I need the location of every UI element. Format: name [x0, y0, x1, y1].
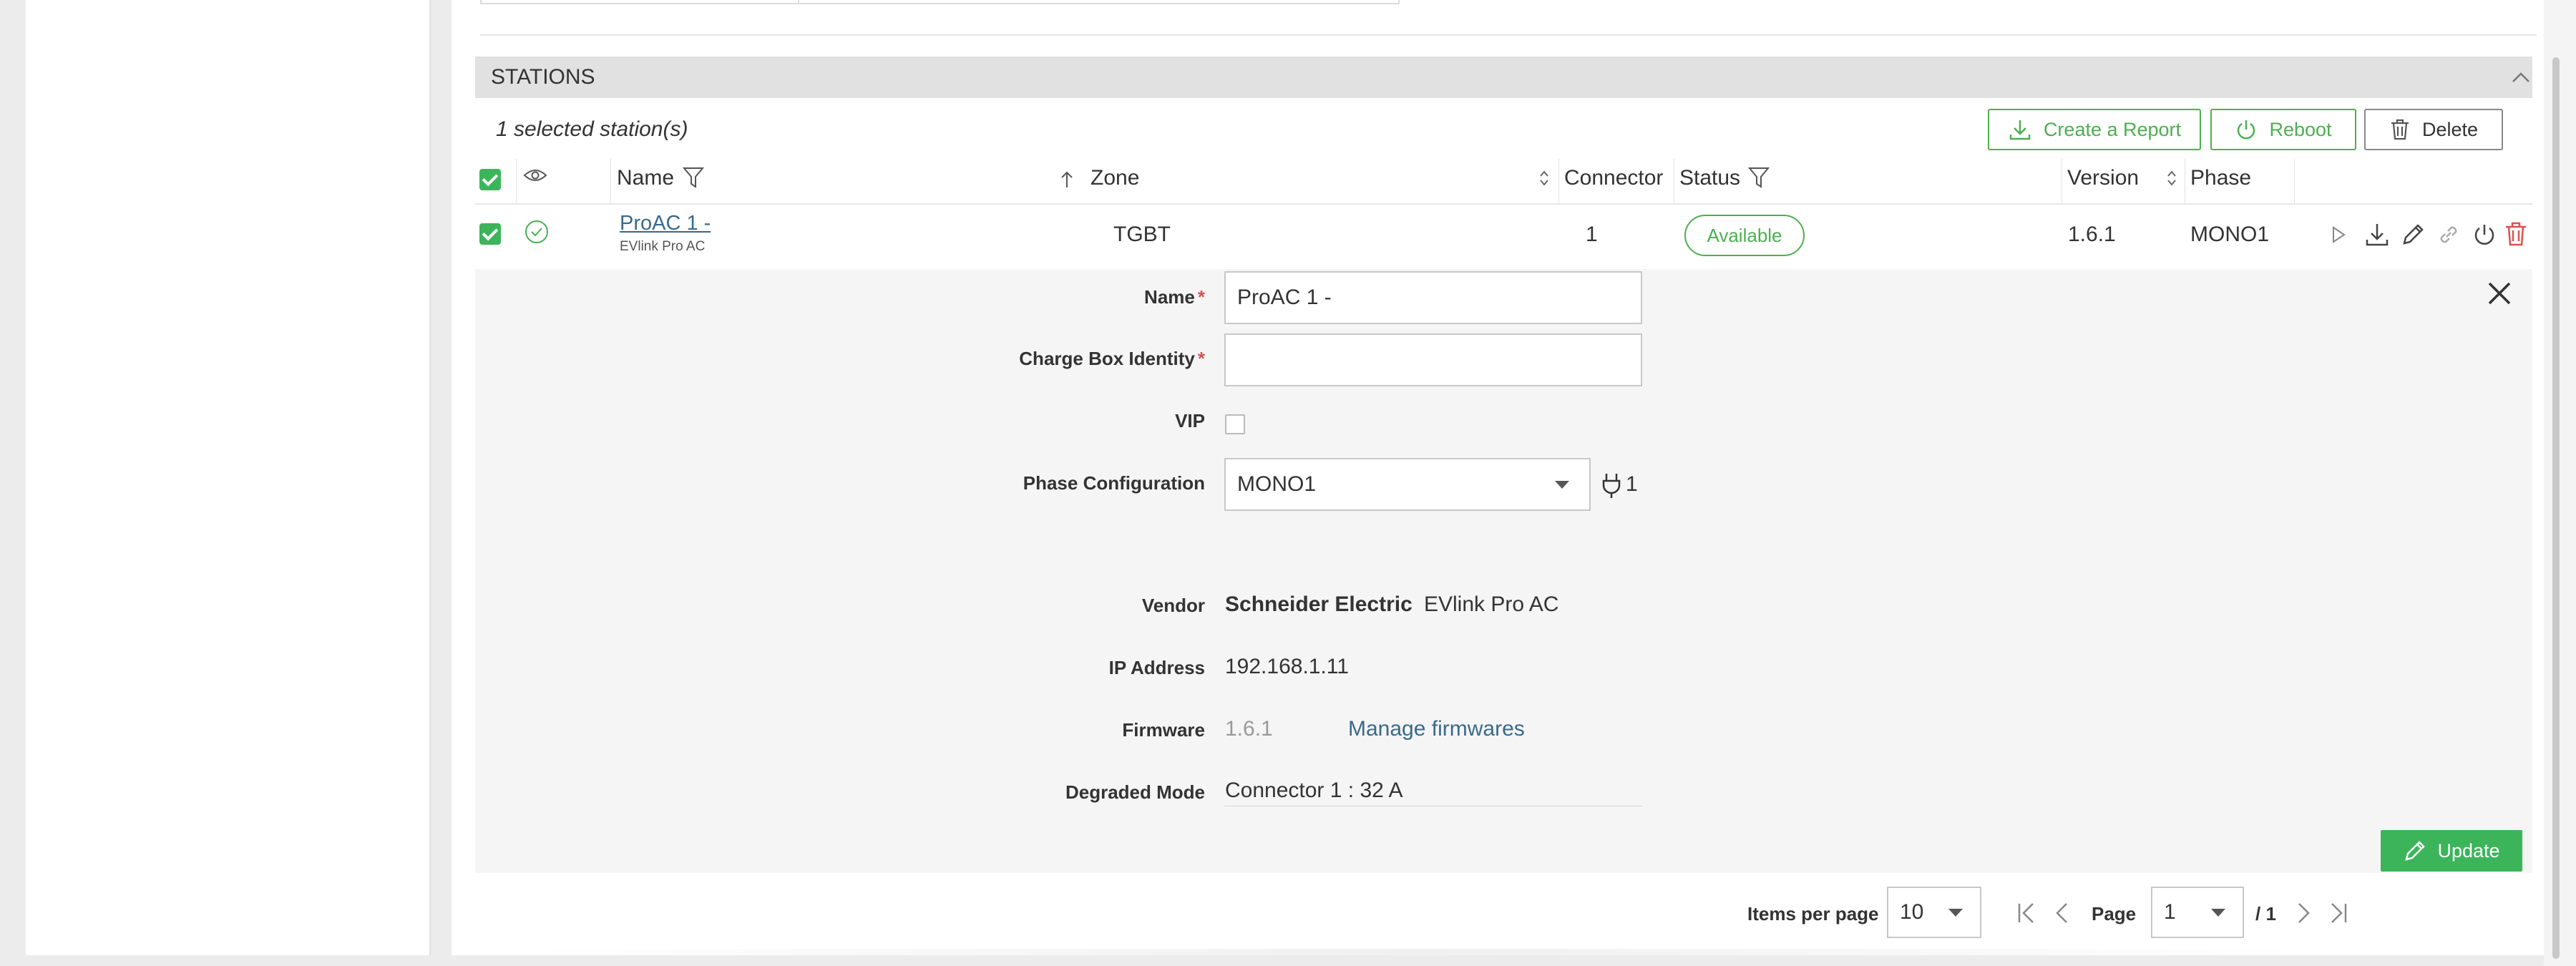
station-version: 1.6.1: [2068, 223, 2116, 246]
selected-count-text: 1 selected station(s): [496, 117, 688, 141]
download-icon[interactable]: [2364, 222, 2390, 248]
header-divider-3: [1558, 159, 1559, 203]
phase-configuration-label: Phase Configuration: [1023, 472, 1205, 494]
select-all-checkbox[interactable]: [479, 169, 501, 190]
download-icon: [2009, 120, 2031, 140]
eye-icon: [523, 170, 547, 181]
previous-field-bottom: [480, 0, 1400, 4]
filter-icon[interactable]: [683, 166, 704, 189]
trash-icon[interactable]: [2503, 220, 2529, 248]
create-report-button[interactable]: Create a Report: [1988, 109, 2201, 150]
header-divider-1: [516, 159, 517, 203]
play-icon[interactable]: [2331, 225, 2346, 245]
charge-box-identity-input[interactable]: [1224, 333, 1642, 386]
plug-icon: [1602, 474, 1621, 498]
phase-connector-count: 1: [1626, 472, 1638, 496]
name-input[interactable]: ProAC 1 -: [1224, 271, 1642, 324]
vendor-model: EVlink Pro AC: [1424, 592, 1559, 616]
previous-field-divider: [798, 0, 799, 4]
station-connector: 1: [1586, 223, 1598, 246]
sort-icon-zone[interactable]: [1538, 169, 1550, 187]
chevron-down-icon: [1555, 481, 1569, 489]
phase-configuration-select[interactable]: MONO1: [1224, 458, 1591, 511]
create-report-label: Create a Report: [2043, 118, 2182, 140]
chevron-up-icon[interactable]: [2511, 69, 2531, 85]
header-divider-2: [610, 159, 611, 203]
table-row[interactable]: ProAC 1 - EVlink Pro AC TGBT 1 Available…: [475, 205, 2532, 269]
vendor-brand: Schneider Electric: [1225, 592, 1413, 616]
stations-panel-title: STATIONS: [491, 65, 595, 89]
sort-up-arrow-icon[interactable]: [1060, 170, 1074, 189]
delete-button[interactable]: Delete: [2364, 109, 2503, 150]
vertical-scrollbar[interactable]: [2544, 0, 2576, 966]
column-header-status[interactable]: Status: [1679, 166, 1740, 190]
status-badge: Available: [1684, 215, 1805, 256]
header-divider-7: [2294, 159, 2295, 203]
row-checkbox[interactable]: [479, 223, 501, 245]
column-header-connector[interactable]: Connector: [1564, 166, 1663, 190]
power-icon[interactable]: [2472, 222, 2497, 248]
total-pages-text: / 1: [2255, 903, 2276, 924]
reboot-button[interactable]: Reboot: [2210, 109, 2356, 150]
station-phase: MONO1: [2190, 223, 2270, 246]
page-select[interactable]: 1: [2151, 887, 2244, 938]
pencil-icon[interactable]: [2400, 222, 2426, 248]
ip-address-label: IP Address: [1108, 657, 1205, 678]
station-name-link[interactable]: ProAC 1 -: [620, 212, 711, 235]
reboot-label: Reboot: [2269, 118, 2332, 140]
update-button-label: Update: [2437, 839, 2500, 862]
vip-checkbox[interactable]: [1225, 414, 1245, 434]
column-header-phase[interactable]: Phase: [2190, 166, 2251, 190]
stations-panel-header[interactable]: STATIONS: [475, 57, 2532, 98]
column-header-name[interactable]: Name: [617, 166, 674, 190]
pencil-icon: [2405, 841, 2426, 861]
left-sidebar-panel: [26, 0, 431, 955]
degraded-mode-label: Degraded Mode: [1065, 781, 1205, 803]
main-content: STATIONS 1 selected station(s) Create a …: [452, 0, 2544, 955]
status-filter-icon[interactable]: [1748, 166, 1770, 189]
scrollbar-thumb[interactable]: [2552, 57, 2560, 959]
ip-address-value: 192.168.1.11: [1225, 655, 1349, 678]
first-page-icon[interactable]: [2016, 902, 2037, 924]
next-page-icon[interactable]: [2296, 902, 2313, 924]
manage-firmwares-link[interactable]: Manage firmwares: [1348, 717, 1525, 741]
power-icon: [2238, 120, 2255, 140]
chevron-down-icon: [2211, 909, 2225, 917]
close-icon[interactable]: [2485, 279, 2514, 308]
items-per-page-label: Items per page: [1747, 903, 1879, 924]
column-header-version[interactable]: Version: [2067, 166, 2139, 190]
previous-page-icon[interactable]: [2053, 902, 2070, 924]
vip-label: VIP: [1175, 410, 1205, 431]
name-field-label: Name *: [1144, 286, 1205, 308]
chevron-down-icon: [1948, 909, 1963, 917]
link-icon[interactable]: [2436, 222, 2462, 248]
last-page-icon[interactable]: [2328, 902, 2349, 924]
station-detail-panel: Name * ProAC 1 - Charge Box Identity * VIP…: [475, 269, 2532, 873]
station-zone: TGBT: [1113, 223, 1171, 246]
column-header-zone[interactable]: Zone: [1091, 166, 1139, 190]
items-per-page-select[interactable]: 10: [1887, 887, 1981, 938]
trash-icon: [2391, 119, 2409, 140]
degraded-mode-value: Connector 1 : 32 A: [1225, 779, 1403, 802]
sort-icon-version[interactable]: [2166, 169, 2177, 187]
vendor-label: Vendor: [1141, 595, 1205, 616]
status-badge-label: Available: [1707, 224, 1782, 246]
bottom-shadow: [523, 949, 2312, 955]
charge-box-identity-label: Charge Box Identity *: [1019, 348, 1205, 369]
previous-section-divider: [480, 34, 2537, 36]
firmware-label: Firmware: [1122, 719, 1205, 741]
update-button[interactable]: Update: [2381, 830, 2522, 872]
station-model: EVlink Pro AC: [620, 239, 706, 254]
delete-label: Delete: [2421, 118, 2479, 140]
page-label: Page: [2092, 903, 2137, 924]
firmware-value: 1.6.1: [1225, 717, 1273, 741]
check-circle-icon: [525, 220, 548, 243]
